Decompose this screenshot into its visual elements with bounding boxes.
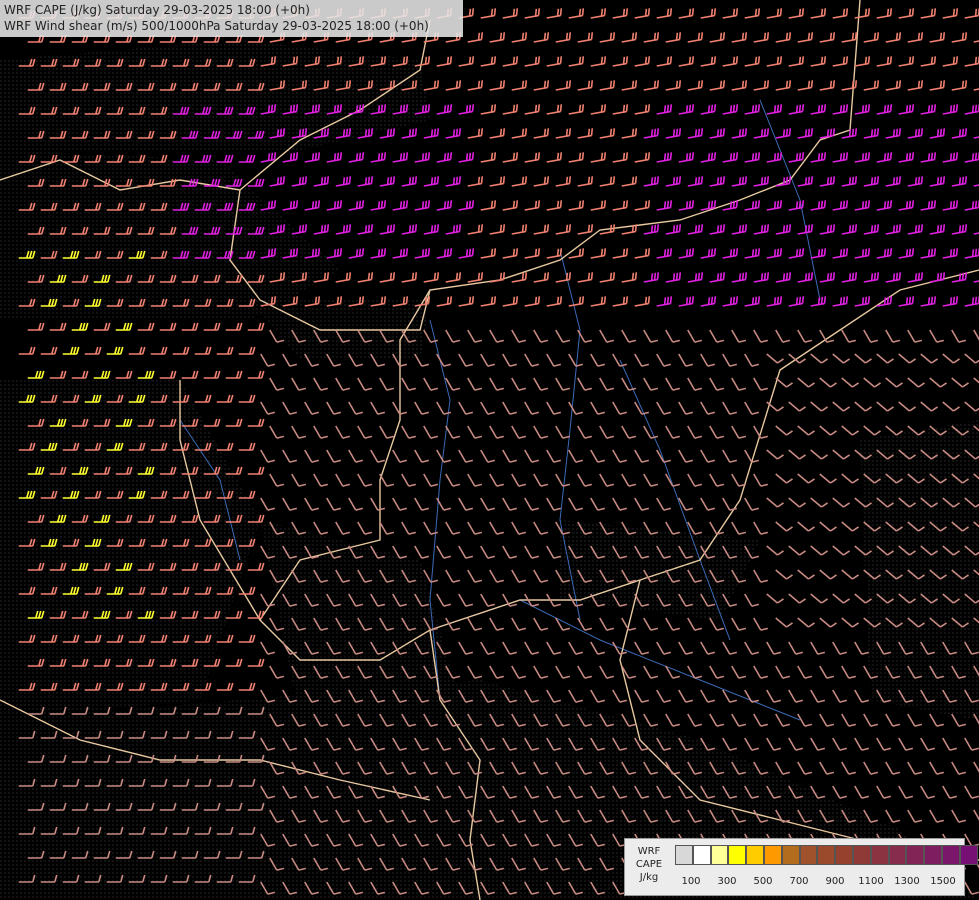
legend-swatch [906, 845, 925, 865]
legend-tick-label: 900 [825, 876, 845, 887]
legend-swatches [675, 845, 978, 865]
legend-swatch [870, 845, 889, 865]
legend-tick-label: 1100 [858, 876, 884, 887]
wind-shear-map [0, 0, 979, 900]
legend-swatch [692, 845, 711, 865]
legend-swatch [781, 845, 800, 865]
legend-swatch [959, 845, 978, 865]
legend-swatch [817, 845, 836, 865]
legend-swatch [710, 845, 729, 865]
legend-tick-label: 500 [753, 876, 773, 887]
legend-swatch [888, 845, 907, 865]
legend-swatch [835, 845, 853, 865]
legend-swatch [675, 845, 693, 865]
legend-swatch [852, 845, 871, 865]
legend-swatch [746, 845, 764, 865]
legend-swatch [763, 845, 782, 865]
legend-tick-label: 300 [717, 876, 737, 887]
map-title-box: WRF CAPE (J/kg) Saturday 29-03-2025 18:0… [0, 0, 463, 37]
legend-tick-label: 1500 [930, 876, 956, 887]
cape-legend: WRF CAPE J/kg 100 300 500 700 900 1100 1300 150… [624, 838, 978, 896]
legend-tick-label: 100 [681, 876, 701, 887]
legend-swatch [728, 845, 747, 865]
cape-title: WRF CAPE (J/kg) Saturday 29-03-2025 18:0… [4, 3, 310, 17]
legend-swatch [941, 845, 960, 865]
legend-tick-label: 1300 [894, 876, 920, 887]
legend-label: WRF CAPE J/kg [635, 846, 663, 883]
wind-shear-title: WRF Wind shear (m/s) 500/1000hPa Saturda… [4, 19, 429, 33]
legend-ticks: 100 300 500 700 900 1100 1300 1500 [671, 876, 963, 890]
legend-swatch [924, 845, 942, 865]
legend-tick-label: 700 [789, 876, 809, 887]
legend-swatch [799, 845, 818, 865]
